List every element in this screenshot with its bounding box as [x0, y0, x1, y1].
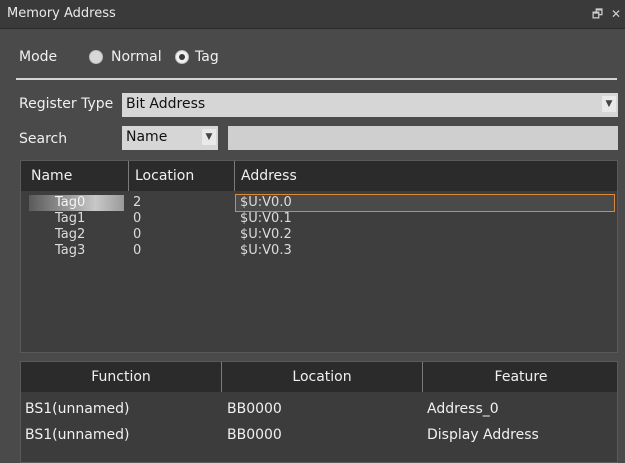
- function-location: BB0000: [227, 427, 282, 443]
- register-type-dropdown[interactable]: Bit Address ▼: [122, 93, 618, 117]
- column-header-address[interactable]: Address: [241, 168, 297, 184]
- table-row[interactable]: Tag2 0 $U:V0.2: [21, 227, 617, 243]
- table-row[interactable]: BS1(unnamed) BB0000 Address_0: [21, 397, 619, 421]
- mode-normal-radio[interactable]: [89, 50, 103, 64]
- chevron-down-icon[interactable]: ▼: [202, 129, 216, 145]
- window-title: Memory Address: [7, 6, 116, 21]
- tag-location: 0: [133, 227, 142, 242]
- table-row[interactable]: Tag1 0 $U:V0.1: [21, 211, 617, 227]
- tag-address: $U:V0.1: [240, 211, 292, 226]
- search-input[interactable]: [228, 126, 618, 150]
- mode-normal-label[interactable]: Normal: [111, 49, 162, 65]
- function-table-header: Function Location Feature: [21, 362, 617, 392]
- mode-label: Mode: [19, 49, 58, 65]
- column-header-location[interactable]: Location: [222, 369, 422, 385]
- tag-location: 2: [133, 195, 142, 210]
- column-header-feature[interactable]: Feature: [423, 369, 619, 385]
- function-table: Function Location Feature BS1(unnamed) B…: [20, 361, 618, 463]
- function-name: BS1(unnamed): [25, 427, 130, 443]
- close-icon[interactable]: ✕: [611, 7, 621, 21]
- function-feature: Address_0: [427, 401, 499, 417]
- mode-tag-radio[interactable]: [175, 50, 189, 64]
- pin-icon[interactable]: 🗗: [592, 7, 603, 21]
- title-bar: Memory Address 🗗 ✕: [0, 0, 625, 29]
- function-name: BS1(unnamed): [25, 401, 130, 417]
- tag-name: Tag0: [55, 195, 86, 210]
- tag-name: Tag1: [55, 211, 86, 226]
- search-label: Search: [19, 131, 68, 147]
- tag-name: Tag2: [55, 227, 86, 242]
- register-type-label: Register Type: [19, 96, 114, 112]
- mode-tag-label[interactable]: Tag: [195, 49, 219, 65]
- separator: [16, 78, 617, 80]
- table-row[interactable]: Tag0 2 $U:V0.0: [21, 194, 617, 212]
- tag-address: $U:V0.0: [240, 195, 292, 210]
- column-header-name[interactable]: Name: [31, 168, 72, 184]
- tag-address: $U:V0.2: [240, 227, 292, 242]
- table-row[interactable]: BS1(unnamed) BB0000 Display Address: [21, 423, 619, 447]
- tag-address: $U:V0.3: [240, 243, 292, 258]
- search-field-dropdown[interactable]: Name ▼: [122, 126, 218, 150]
- chevron-down-icon[interactable]: ▼: [602, 96, 616, 112]
- tag-table-header: Name Location Address: [21, 161, 617, 191]
- register-type-value: Bit Address: [126, 96, 206, 112]
- tag-location: 0: [133, 243, 142, 258]
- column-header-location[interactable]: Location: [135, 168, 194, 184]
- tag-table: Name Location Address Tag0 2 $U:V0.0 Tag…: [20, 160, 618, 353]
- tag-location: 0: [133, 211, 142, 226]
- tag-name: Tag3: [55, 243, 86, 258]
- table-row[interactable]: Tag3 0 $U:V0.3: [21, 243, 617, 259]
- column-header-function[interactable]: Function: [21, 369, 221, 385]
- function-location: BB0000: [227, 401, 282, 417]
- search-field-value: Name: [126, 129, 168, 145]
- function-feature: Display Address: [427, 427, 539, 443]
